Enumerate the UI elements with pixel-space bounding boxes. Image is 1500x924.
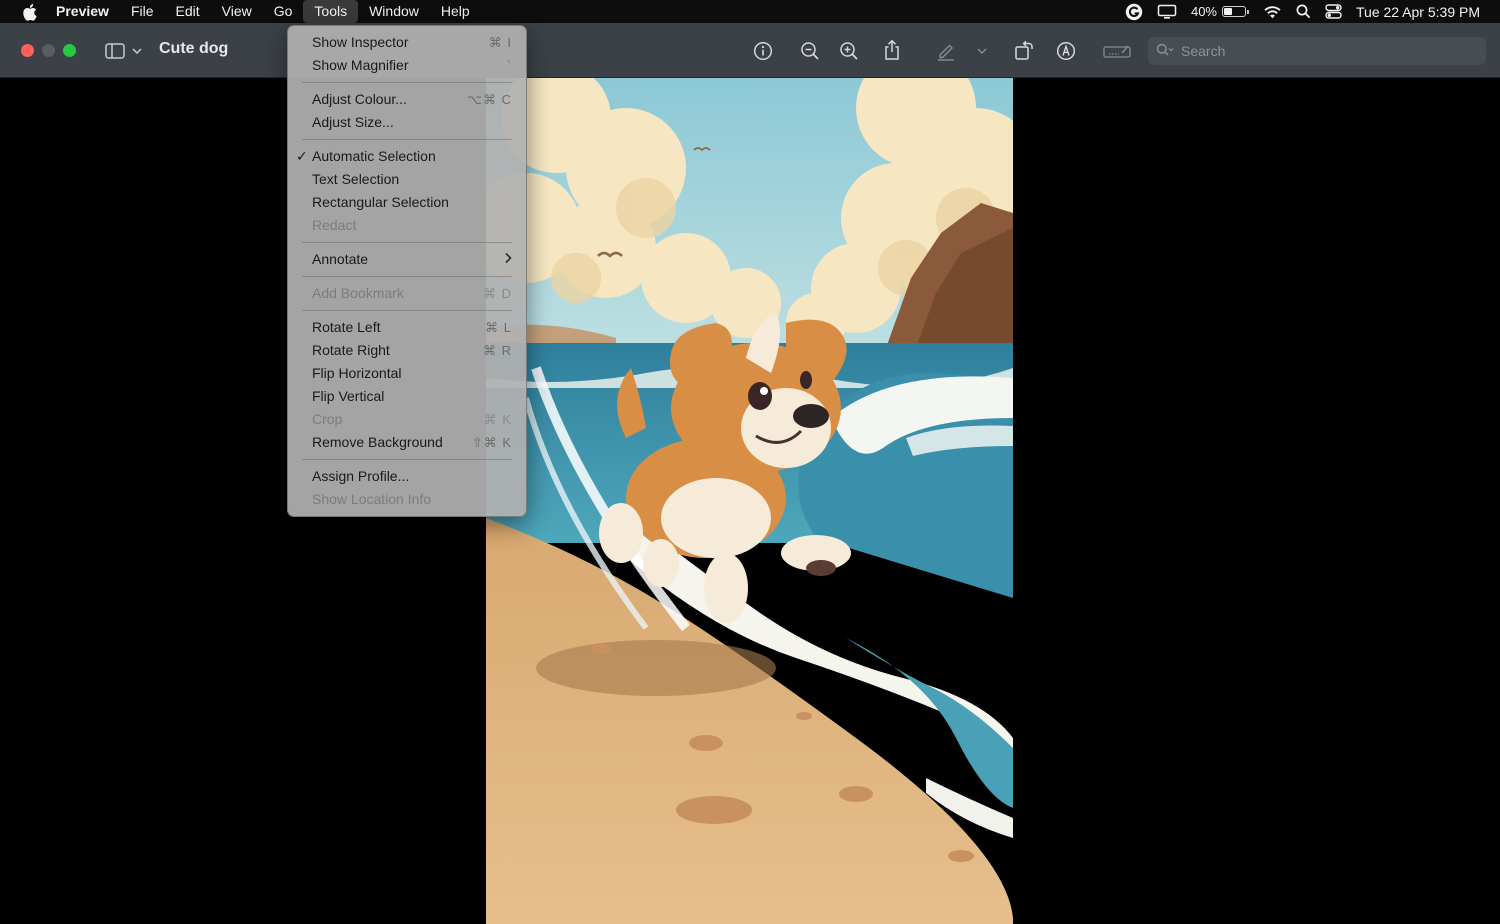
window-toolbar: Cute dog Search (0, 23, 1500, 78)
menu-item-label: Show Inspector (312, 34, 409, 50)
menu-item-shortcut: ⌥⌘ C (467, 92, 512, 107)
menu-item-shortcut: ` (506, 58, 512, 73)
menu-window[interactable]: Window (358, 0, 430, 23)
menu-item-label: Show Magnifier (312, 57, 409, 73)
document-canvas (0, 78, 1500, 924)
rotate-icon[interactable] (1012, 38, 1036, 62)
document-title[interactable]: Cute dog (159, 40, 228, 58)
menu-item-label: Rotate Right (312, 342, 390, 358)
menu-item-shortcut: ⌘ L (485, 320, 512, 335)
menu-item-assign-profile[interactable]: Assign Profile... (288, 465, 526, 488)
menu-item-label: Annotate (312, 251, 369, 267)
menu-item-remove-background[interactable]: Remove Background ⇧⌘ K (288, 431, 526, 454)
share-icon[interactable] (881, 38, 903, 62)
zoom-in-icon[interactable] (838, 40, 860, 62)
menu-item-label: Adjust Size... (312, 114, 394, 130)
menu-item-shortcut: ⇧⌘ K (471, 435, 512, 450)
menu-item-label: Assign Profile... (312, 468, 410, 484)
menu-item-show-magnifier[interactable]: Show Magnifier ` (288, 54, 526, 77)
menu-separator (302, 139, 512, 140)
minimize-button[interactable] (42, 44, 55, 57)
menu-item-label: Rotate Left (312, 319, 381, 335)
display-icon[interactable] (1157, 4, 1177, 20)
apple-icon[interactable] (20, 3, 38, 21)
menu-separator (302, 276, 512, 277)
menu-bar: Preview File Edit View Go Tools Window H… (0, 0, 1500, 23)
menu-item-label: Crop (312, 411, 343, 427)
menu-item-rotate-right[interactable]: Rotate Right ⌘ R (288, 339, 526, 362)
menu-item-show-inspector[interactable]: Show Inspector ⌘ I (288, 31, 526, 54)
grammarly-icon[interactable] (1125, 3, 1143, 21)
menu-item-label: Redact (312, 217, 357, 233)
form-fill-icon[interactable] (1102, 40, 1132, 62)
search-icon (1156, 43, 1174, 60)
menu-item-add-bookmark: Add Bookmark ⌘ D (288, 282, 526, 305)
menu-item-label: Rectangular Selection (312, 194, 449, 210)
menu-item-adjust-size[interactable]: Adjust Size... (288, 111, 526, 134)
highlight-options-chevron-icon[interactable] (974, 44, 990, 58)
menu-separator (302, 242, 512, 243)
menu-item-label: Automatic Selection (312, 148, 436, 164)
menu-item-flip-vertical[interactable]: Flip Vertical (288, 385, 526, 408)
menu-item-automatic-selection[interactable]: ✓ Automatic Selection (288, 145, 526, 168)
battery-icon (1222, 6, 1246, 17)
zoom-out-icon[interactable] (799, 40, 821, 62)
zoom-button[interactable] (63, 44, 76, 57)
menu-item-annotate[interactable]: Annotate (288, 248, 526, 271)
menu-view[interactable]: View (211, 0, 263, 23)
dog-on-beach-image[interactable] (486, 78, 1013, 924)
menu-item-rectangular-selection[interactable]: Rectangular Selection (288, 191, 526, 214)
menu-item-show-location-info: Show Location Info (288, 488, 526, 511)
menu-item-shortcut: ⌘ R (483, 343, 512, 358)
menu-item-label: Adjust Colour... (312, 91, 407, 107)
menu-item-shortcut: ⌘ I (488, 35, 512, 50)
menu-item-crop: Crop ⌘ K (288, 408, 526, 431)
menu-item-label: Show Location Info (312, 491, 432, 507)
menu-item-redact: Redact (288, 214, 526, 237)
clock[interactable]: Tue 22 Apr 5:39 PM (1356, 4, 1480, 20)
battery-indicator[interactable]: 40% (1191, 4, 1249, 19)
status-area: 40% Tue 22 Apr 5:39 PM (1125, 0, 1500, 23)
close-button[interactable] (21, 44, 34, 57)
menu-item-rotate-left[interactable]: Rotate Left ⌘ L (288, 316, 526, 339)
menu-help[interactable]: Help (430, 0, 481, 23)
tools-menu-dropdown: Show Inspector ⌘ I Show Magnifier ` Adju… (287, 25, 527, 517)
menu-edit[interactable]: Edit (165, 0, 211, 23)
traffic-lights (21, 44, 84, 57)
menu-item-text-selection[interactable]: Text Selection (288, 168, 526, 191)
info-icon[interactable] (752, 40, 774, 62)
search-placeholder: Search (1181, 43, 1226, 59)
menu-separator (302, 310, 512, 311)
control-center-icon[interactable] (1325, 4, 1342, 19)
submenu-chevron-icon (504, 248, 512, 271)
spotlight-search-icon[interactable] (1296, 4, 1311, 19)
menu-go[interactable]: Go (263, 0, 304, 23)
checkmark-icon: ✓ (296, 148, 308, 164)
battery-percent: 40% (1190, 4, 1217, 19)
highlight-pen-icon[interactable] (934, 40, 958, 62)
search-field[interactable]: Search (1148, 37, 1486, 65)
menu-item-adjust-colour[interactable]: Adjust Colour... ⌥⌘ C (288, 88, 526, 111)
menu-item-shortcut: ⌘ K (483, 412, 512, 427)
menu-separator (302, 82, 512, 83)
menu-tools[interactable]: Tools (303, 0, 359, 23)
sidebar-toggle-button[interactable] (104, 41, 144, 61)
menu-item-flip-horizontal[interactable]: Flip Horizontal (288, 362, 526, 385)
menu-item-shortcut: ⌘ D (483, 286, 512, 301)
markup-icon[interactable] (1055, 40, 1077, 62)
wifi-icon[interactable] (1263, 5, 1282, 19)
menu-item-label: Remove Background (312, 434, 443, 450)
menu-separator (302, 459, 512, 460)
menu-item-label: Add Bookmark (312, 285, 404, 301)
menu-item-label: Text Selection (312, 171, 400, 187)
menu-item-label: Flip Horizontal (312, 365, 402, 381)
menu-app-preview[interactable]: Preview (54, 0, 120, 23)
menu-file[interactable]: File (120, 0, 165, 23)
menu-item-label: Flip Vertical (312, 388, 385, 404)
